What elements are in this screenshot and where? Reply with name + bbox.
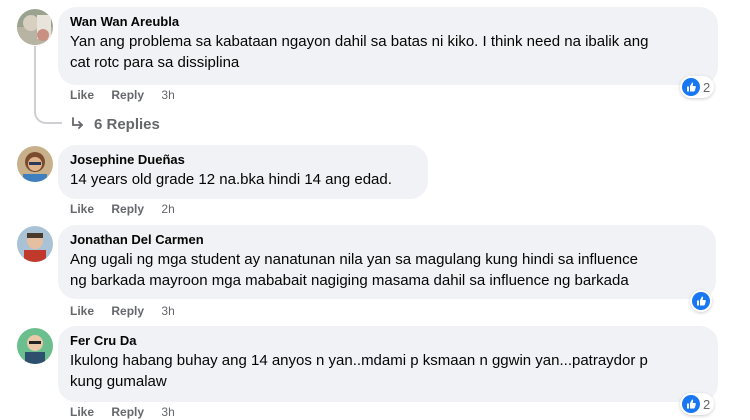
comment-actions: Like Reply 3h [70, 87, 189, 103]
like-link[interactable]: Like [70, 88, 94, 102]
comment-actions: Like Reply 2h [70, 201, 189, 217]
reaction-count[interactable] [690, 290, 712, 312]
comment-bubble: Jonathan Del Carmen Ang ugali ng mga stu… [58, 225, 716, 299]
like-reaction-icon [682, 395, 700, 413]
like-link[interactable]: Like [70, 202, 94, 216]
comment-bubble: Josephine Dueñas 14 years old grade 12 n… [58, 145, 428, 199]
like-reaction-icon [682, 78, 700, 96]
reply-link[interactable]: Reply [111, 405, 144, 419]
view-replies-link[interactable]: 6 Replies [70, 113, 160, 135]
comment-actions: Like Reply 3h [70, 404, 189, 420]
avatar[interactable] [17, 328, 53, 364]
timestamp[interactable]: 3h [161, 304, 174, 318]
comment-author[interactable]: Fer Cru Da [70, 332, 706, 350]
timestamp[interactable]: 3h [161, 405, 174, 419]
comment-author[interactable]: Wan Wan Areubla [70, 13, 706, 31]
reply-link[interactable]: Reply [111, 304, 144, 318]
comment-text-line: kung gumalaw [70, 373, 167, 390]
comment-actions: Like Reply 3h [70, 303, 189, 319]
reaction-count-value: 2 [703, 396, 711, 412]
like-link[interactable]: Like [70, 405, 94, 419]
reply-link[interactable]: Reply [111, 88, 144, 102]
comment-text-line: Ikulong habang buhay ang 14 anyos n yan.… [70, 352, 648, 369]
comment-bubble: Fer Cru Da Ikulong habang buhay ang 14 a… [58, 326, 718, 402]
avatar[interactable] [17, 226, 53, 262]
reaction-count[interactable]: 2 [680, 393, 715, 415]
reaction-count[interactable]: 2 [680, 76, 715, 98]
comment-text-line: Ang ugali ng mga student ay nanatunan ni… [70, 251, 638, 268]
comment-text-line: cat rotc para sa dissiplina [70, 54, 240, 71]
comment-text-line: ng barkada mayroon mga mababait nagiging… [70, 272, 629, 289]
avatar[interactable] [17, 146, 53, 182]
timestamp[interactable]: 3h [161, 88, 174, 102]
avatar[interactable] [17, 9, 53, 45]
comment-bubble: Wan Wan Areubla Yan ang problema sa kaba… [58, 7, 718, 85]
comment-author[interactable]: Jonathan Del Carmen [70, 231, 704, 249]
reaction-count-value: 2 [703, 79, 711, 95]
like-reaction-icon [692, 292, 710, 310]
comment-author[interactable]: Josephine Dueñas [70, 151, 416, 169]
like-link[interactable]: Like [70, 304, 94, 318]
reply-arrow-icon [72, 117, 83, 129]
comment-text-line: 14 years old grade 12 na.bka hindi 14 an… [70, 171, 392, 188]
timestamp[interactable]: 2h [161, 202, 174, 216]
reply-link[interactable]: Reply [111, 202, 144, 216]
view-replies-label: 6 Replies [94, 115, 160, 133]
comment-text-line: Yan ang problema sa kabataan ngayon dahi… [70, 33, 649, 50]
